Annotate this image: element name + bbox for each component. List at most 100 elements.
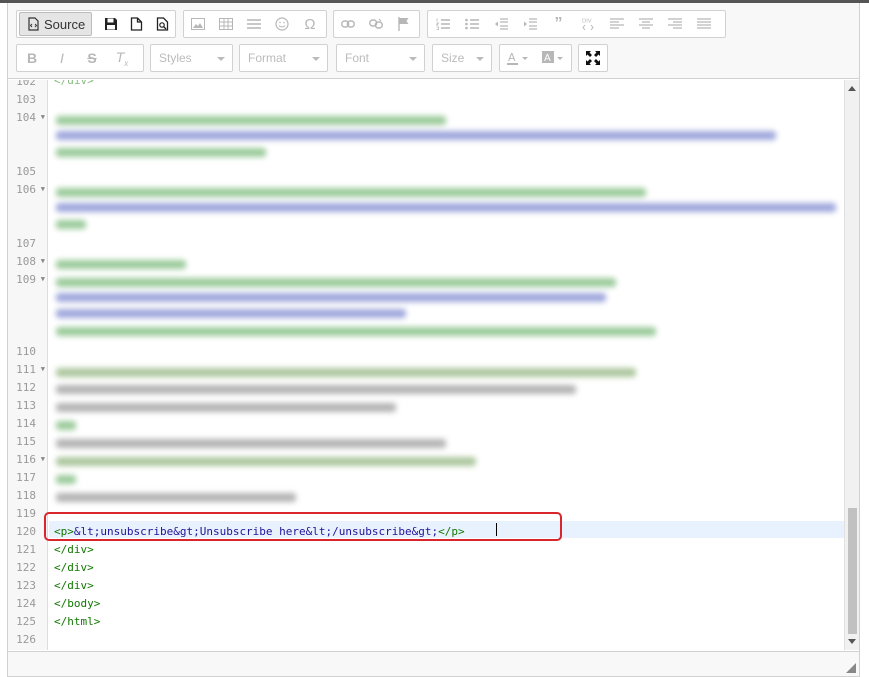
blurred-code xyxy=(56,188,646,197)
source-button[interactable]: Source xyxy=(19,12,93,36)
svg-text:A: A xyxy=(508,51,516,64)
editor-toolbar: Source Ω ” DIV B I S Tx Styles Format Fo… xyxy=(8,3,859,79)
image-button[interactable] xyxy=(184,11,212,37)
fold-arrow-icon[interactable]: ▼ xyxy=(41,455,45,463)
blurred-code xyxy=(56,368,636,377)
special-char-button[interactable]: Ω xyxy=(296,11,324,37)
scrollbar-thumb[interactable] xyxy=(848,508,857,634)
align-right-button[interactable] xyxy=(660,11,689,37)
maximize-button[interactable] xyxy=(579,45,607,71)
size-combo[interactable]: Size xyxy=(432,44,492,72)
decrease-indent-button[interactable] xyxy=(486,11,515,37)
blurred-code xyxy=(56,116,446,125)
format-combo[interactable]: Format xyxy=(239,44,328,72)
blurred-code xyxy=(56,439,446,448)
smiley-button[interactable] xyxy=(268,11,296,37)
quote-icon: ” xyxy=(554,15,563,32)
horizontal-line-button[interactable] xyxy=(240,11,268,37)
svg-text:A: A xyxy=(544,53,551,64)
format-combo-label: Format xyxy=(248,51,287,65)
strike-button[interactable]: S xyxy=(77,45,107,71)
svg-text:DIV: DIV xyxy=(582,19,592,25)
editor-statusbar xyxy=(8,651,859,676)
horizontal-line-icon xyxy=(247,19,261,29)
font-combo[interactable]: Font xyxy=(336,44,425,72)
code-line-124: </body> xyxy=(54,597,101,610)
align-left-button[interactable] xyxy=(602,11,631,37)
styles-combo[interactable]: Styles xyxy=(150,44,233,72)
fold-arrow-icon[interactable]: ▼ xyxy=(41,275,45,283)
bulleted-list-icon xyxy=(464,18,479,30)
justify-button[interactable] xyxy=(689,11,718,37)
outdent-icon xyxy=(494,18,508,30)
unlink-icon xyxy=(369,18,383,29)
link-button[interactable] xyxy=(334,11,362,37)
toolbar-group-tools xyxy=(578,44,608,72)
font-combo-label: Font xyxy=(345,51,370,65)
size-combo-label: Size xyxy=(441,51,465,65)
remove-format-icon: Tx xyxy=(115,48,129,68)
fold-arrow-icon[interactable]: ▼ xyxy=(41,113,45,121)
code-line-122: </div> xyxy=(54,561,94,574)
justify-icon xyxy=(696,18,711,29)
unlink-button[interactable] xyxy=(362,11,390,37)
scroll-down-icon[interactable] xyxy=(848,639,856,644)
increase-indent-button[interactable] xyxy=(515,11,544,37)
remove-format-button[interactable]: Tx xyxy=(107,45,137,71)
new-page-button[interactable] xyxy=(124,11,150,37)
vertical-scrollbar[interactable] xyxy=(844,80,859,650)
source-label: Source xyxy=(44,16,86,32)
code-line-102: </div> xyxy=(54,80,94,87)
bold-button[interactable]: B xyxy=(17,45,47,71)
bulleted-list-button[interactable] xyxy=(457,11,486,37)
blurred-code xyxy=(56,475,76,484)
scroll-up-icon[interactable] xyxy=(848,86,856,91)
preview-icon xyxy=(156,17,168,31)
table-icon xyxy=(219,18,233,30)
toolbar-group-document: Source xyxy=(16,10,176,38)
chevron-down-icon xyxy=(217,57,225,61)
blurred-code xyxy=(56,278,616,287)
rich-text-editor: Source Ω ” DIV B I S Tx Styles Format Fo… xyxy=(7,3,860,677)
toolbar-group-basicstyles: B I S Tx xyxy=(16,44,144,72)
blurred-code xyxy=(56,493,296,502)
code-line-121: </div> xyxy=(54,543,94,556)
italic-button[interactable]: I xyxy=(47,45,77,71)
align-center-icon xyxy=(638,18,653,29)
blockquote-button[interactable]: ” xyxy=(544,11,573,37)
indent-icon xyxy=(523,18,537,30)
red-highlight-box xyxy=(44,512,562,541)
preview-button[interactable] xyxy=(149,11,175,37)
save-icon xyxy=(105,18,117,30)
align-right-icon xyxy=(667,18,682,29)
blurred-code xyxy=(56,293,606,302)
numbered-list-button[interactable] xyxy=(428,11,457,37)
strikethrough-icon: S xyxy=(87,50,97,66)
text-color-button[interactable]: A xyxy=(500,45,535,71)
maximize-icon xyxy=(586,51,600,65)
fold-arrow-icon[interactable]: ▼ xyxy=(41,365,45,373)
source-code-area[interactable]: 102 103 104 ▼ 105 106 ▼ 107 108 ▼ 109 ▼ 110 … xyxy=(8,80,844,650)
new-page-icon xyxy=(130,17,143,31)
chevron-down-icon xyxy=(312,57,320,61)
italic-icon: I xyxy=(60,50,64,66)
resize-handle-icon[interactable] xyxy=(846,663,856,673)
fold-arrow-icon[interactable]: ▼ xyxy=(41,257,45,265)
image-icon xyxy=(191,18,205,30)
save-button[interactable] xyxy=(98,11,124,37)
anchor-button[interactable] xyxy=(390,11,418,37)
blurred-code xyxy=(56,220,86,229)
table-button[interactable] xyxy=(212,11,240,37)
fold-arrow-icon[interactable]: ▼ xyxy=(41,185,45,193)
bold-icon: B xyxy=(26,50,38,66)
align-center-button[interactable] xyxy=(631,11,660,37)
blurred-code xyxy=(56,131,776,140)
chevron-down-icon xyxy=(409,57,417,61)
blurred-code xyxy=(56,309,406,318)
bg-color-button[interactable]: A xyxy=(535,45,570,71)
blurred-code xyxy=(56,327,656,336)
toolbar-group-insert: Ω xyxy=(183,10,327,38)
create-div-button[interactable]: DIV xyxy=(573,11,602,37)
code-line-123: </div> xyxy=(54,579,94,592)
link-icon xyxy=(341,20,355,28)
